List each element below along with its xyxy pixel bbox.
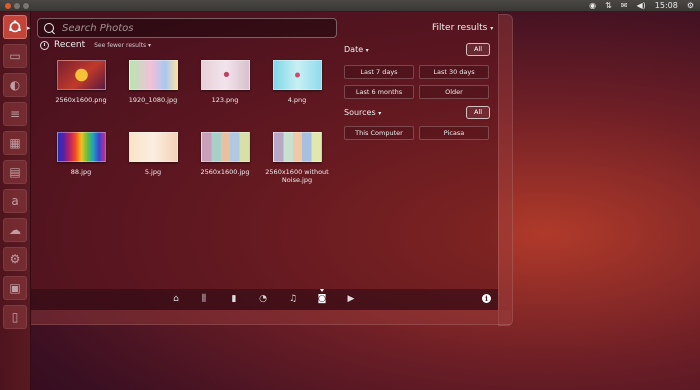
volume-icon[interactable]: ◀) bbox=[636, 0, 645, 12]
photo-result-item[interactable]: 2560x1600.jpg bbox=[189, 132, 261, 176]
ubuntu-one-icon[interactable]: ☁ bbox=[3, 218, 27, 242]
photo-thumbnail bbox=[128, 60, 178, 90]
sources-filter-header[interactable]: Sources ▾ bbox=[344, 108, 381, 117]
chevron-down-icon: ▾ bbox=[378, 110, 382, 117]
date-filter-header[interactable]: Date ▾ bbox=[344, 45, 369, 54]
photo-result-item[interactable]: 123.png bbox=[189, 60, 261, 104]
firefox-icon[interactable]: ◐ bbox=[3, 73, 27, 97]
photo-thumbnail bbox=[56, 60, 106, 90]
filter-results-label: Filter results bbox=[432, 23, 488, 33]
filter-picasa[interactable]: Picasa bbox=[419, 126, 489, 140]
chevron-down-icon: ▾ bbox=[148, 41, 152, 49]
photo-thumbnail bbox=[56, 132, 106, 162]
see-fewer-results-link[interactable]: See fewer results ▾ bbox=[94, 42, 151, 49]
photo-thumbnail bbox=[272, 60, 322, 90]
search-input[interactable] bbox=[60, 21, 324, 35]
active-lens-indicator bbox=[320, 289, 324, 292]
files-icon[interactable]: ▭ bbox=[3, 44, 27, 68]
see-fewer-label: See fewer results bbox=[94, 41, 147, 49]
dash-border-right bbox=[498, 14, 513, 326]
libreoffice-calc-icon[interactable]: ▦ bbox=[3, 131, 27, 155]
filter-last-6-months[interactable]: Last 6 months bbox=[344, 85, 414, 99]
date-all-button[interactable]: All bbox=[466, 43, 490, 56]
sources-all-button[interactable]: All bbox=[466, 106, 490, 119]
photo-name: 2560x1600.png bbox=[55, 96, 107, 104]
ubuntu-software-center-icon[interactable]: a bbox=[3, 189, 27, 213]
photo-result-item[interactable]: 1920_1080.jpg bbox=[117, 60, 189, 104]
dash-home-icon[interactable] bbox=[3, 15, 27, 39]
launcher: ▭ ◐ ≡ ▦ ▤ a ☁ ⚙ ▣ ▯ bbox=[0, 12, 31, 390]
photos-lens-icon[interactable]: ◙ bbox=[317, 294, 327, 304]
dash-border-bottom bbox=[31, 310, 511, 325]
photo-thumbnail bbox=[200, 132, 250, 162]
recent-category-header: Recent See fewer results ▾ bbox=[40, 40, 151, 50]
libreoffice-impress-icon[interactable]: ▤ bbox=[3, 160, 27, 184]
photo-name: 5.jpg bbox=[144, 168, 162, 176]
photo-name: 123.png bbox=[211, 96, 239, 104]
filter-this-computer[interactable]: This Computer bbox=[344, 126, 414, 140]
filter-results-toggle[interactable]: Filter results ▾ bbox=[432, 23, 493, 33]
filter-last-30-days[interactable]: Last 30 days bbox=[419, 65, 489, 79]
minimize-window-button[interactable] bbox=[14, 3, 20, 9]
photo-name: 2560x1600.jpg bbox=[200, 168, 250, 176]
photo-name: 4.png bbox=[287, 96, 307, 104]
transfer-icon[interactable]: ⇅ bbox=[605, 0, 612, 12]
video-lens-icon[interactable]: ▶ bbox=[346, 294, 356, 304]
recent-label: Recent bbox=[54, 40, 86, 50]
chevron-down-icon: ▾ bbox=[490, 25, 494, 32]
home-lens-icon[interactable]: ⌂ bbox=[171, 294, 181, 304]
search-box[interactable] bbox=[37, 18, 337, 38]
workspace-switcher-icon[interactable]: ▣ bbox=[3, 276, 27, 300]
clock[interactable]: 15:08 bbox=[655, 0, 678, 12]
photo-result-item[interactable]: 88.jpg bbox=[45, 132, 117, 176]
system-settings-icon[interactable]: ⚙ bbox=[3, 247, 27, 271]
photo-name: 2560x1600 without Noise.jpg bbox=[265, 168, 329, 184]
libreoffice-writer-icon[interactable]: ≡ bbox=[3, 102, 27, 126]
search-icon bbox=[44, 23, 54, 33]
photo-thumbnail bbox=[128, 132, 178, 162]
photo-thumbnail bbox=[272, 132, 322, 162]
photo-thumbnail bbox=[200, 60, 250, 90]
music-lens-icon[interactable]: ♫ bbox=[288, 294, 298, 304]
photo-result-item[interactable]: 2560x1600 without Noise.jpg bbox=[261, 132, 333, 184]
info-icon[interactable]: i bbox=[482, 294, 491, 303]
filter-older[interactable]: Older bbox=[419, 85, 489, 99]
photo-result-item[interactable]: 4.png bbox=[261, 60, 333, 104]
network-icon[interactable]: ◉ bbox=[589, 0, 596, 12]
maximize-window-button[interactable] bbox=[23, 3, 29, 9]
date-filter-title: Date bbox=[344, 45, 364, 54]
social-lens-icon[interactable]: ◔ bbox=[258, 294, 268, 304]
clock-icon bbox=[40, 40, 49, 50]
photo-name: 1920_1080.jpg bbox=[128, 96, 178, 104]
filter-last-7-days[interactable]: Last 7 days bbox=[344, 65, 414, 79]
chevron-down-icon: ▾ bbox=[365, 47, 369, 54]
photo-result-item[interactable]: 2560x1600.png bbox=[45, 60, 117, 104]
photo-name: 88.jpg bbox=[70, 168, 92, 176]
applications-lens-icon[interactable]: ⫼ bbox=[199, 294, 209, 304]
files-lens-icon[interactable]: ▮ bbox=[229, 294, 239, 304]
mail-icon[interactable]: ✉ bbox=[621, 0, 628, 12]
gear-icon[interactable]: ⚙ bbox=[687, 0, 694, 12]
top-panel: ◉ ⇅ ✉ ◀) 15:08 ⚙ bbox=[0, 0, 700, 12]
sources-filter-title: Sources bbox=[344, 108, 376, 117]
launcher-arrow-icon: ▸ bbox=[27, 24, 31, 32]
trash-icon[interactable]: ▯ bbox=[3, 305, 27, 329]
photo-result-item[interactable]: 5.jpg bbox=[117, 132, 189, 176]
close-window-button[interactable] bbox=[5, 3, 11, 9]
